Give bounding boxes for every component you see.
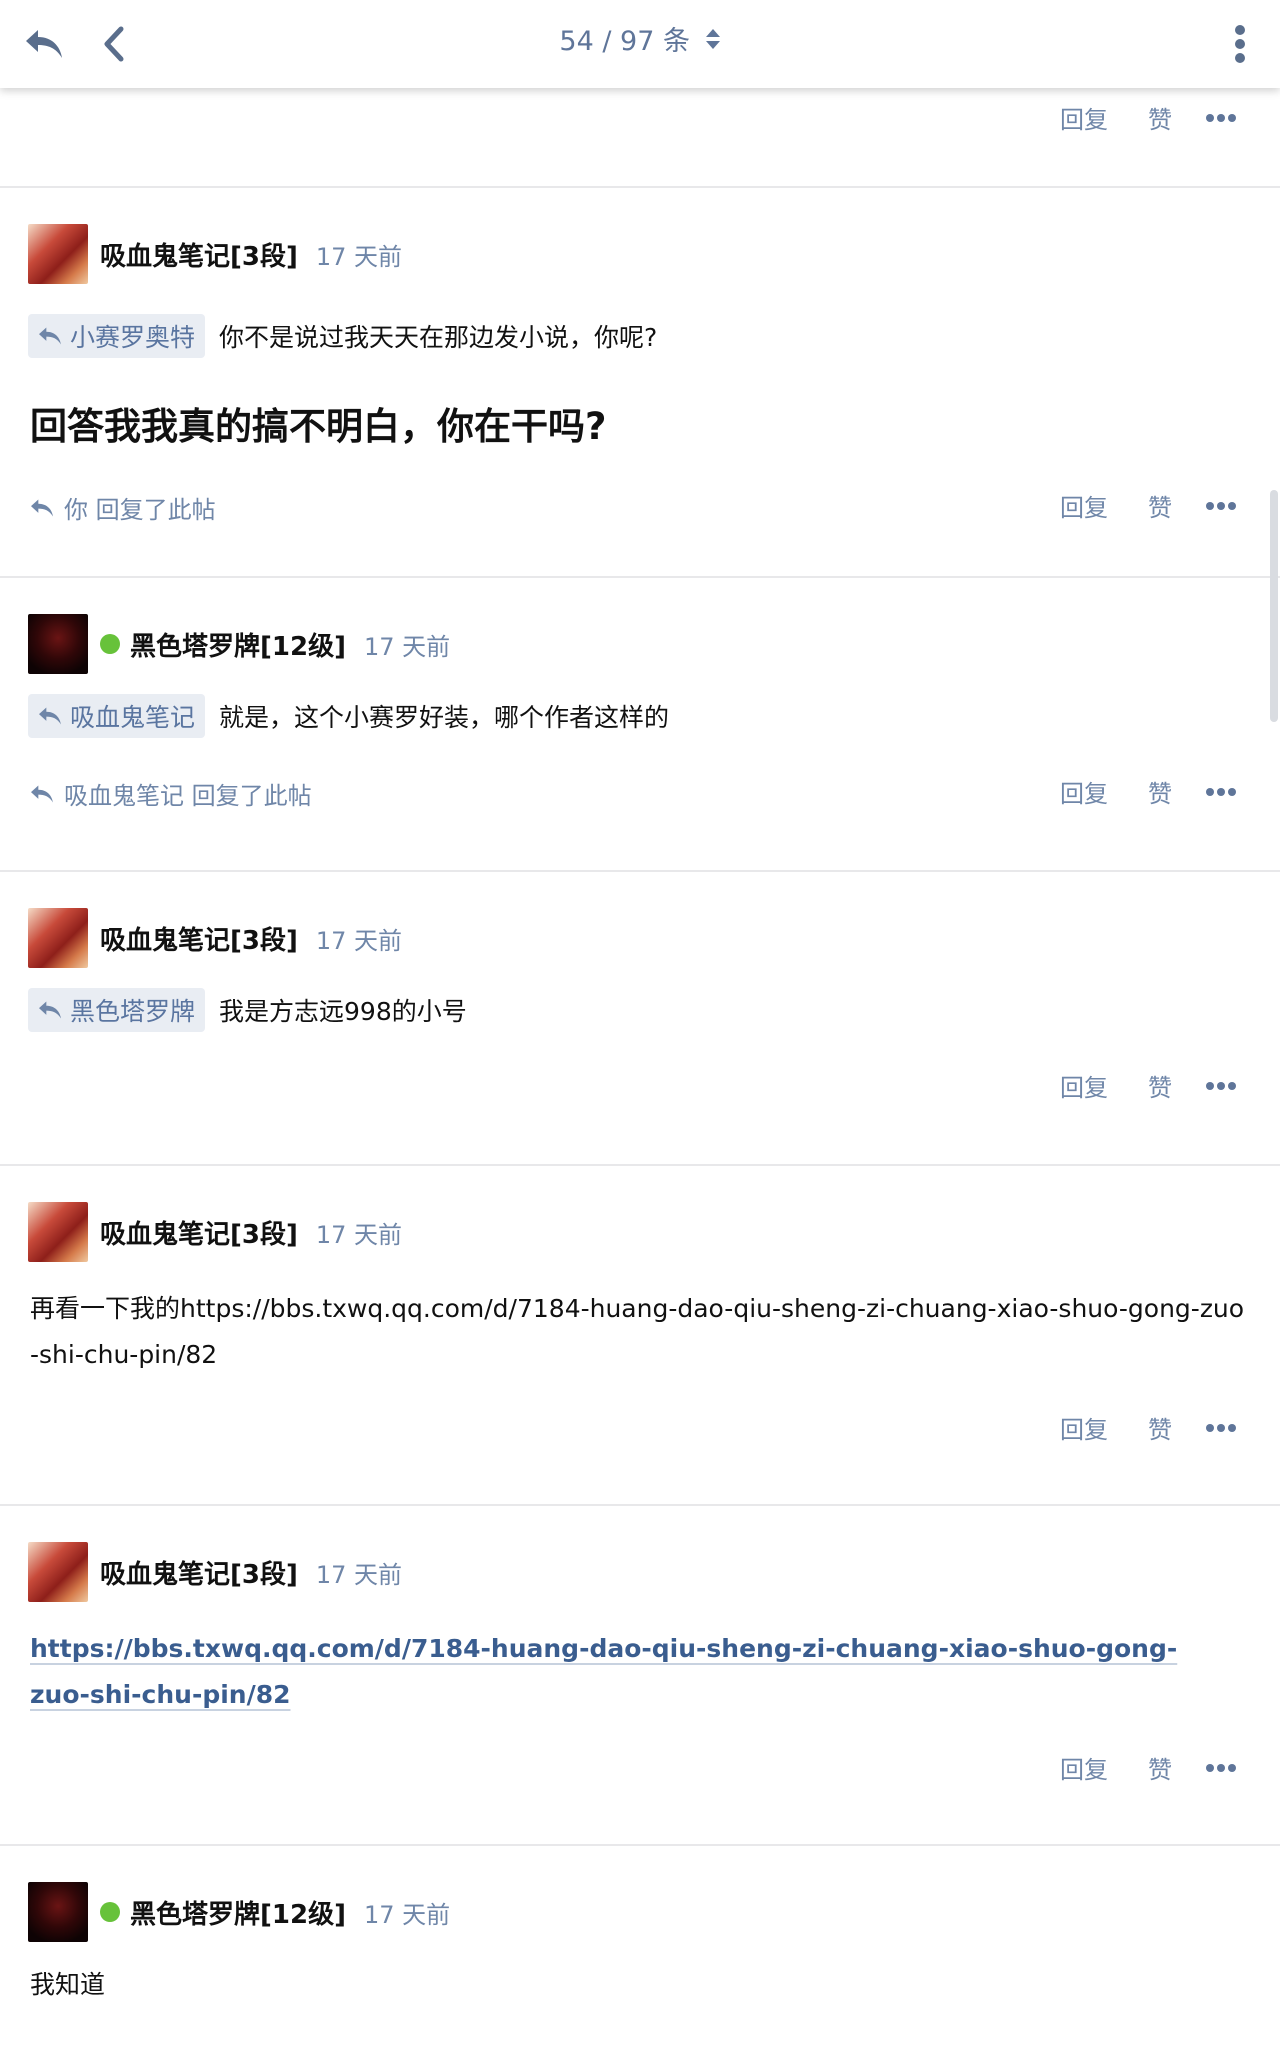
post-tail: 回复 赞 xyxy=(0,88,1280,188)
post: 吸血鬼笔记[3段] 17 天前 黑色塔罗牌 我是方志远998的小号 回复 赞 xyxy=(0,872,1280,1166)
post-time: 17 天前 xyxy=(363,632,451,661)
username[interactable]: 吸血鬼笔记[3段] xyxy=(100,920,298,957)
post-body: 黑色塔罗牌 我是方志远998的小号 xyxy=(28,988,467,1032)
avatar[interactable] xyxy=(28,1542,88,1602)
username[interactable]: 吸血鬼笔记[3段] xyxy=(100,1214,298,1251)
reply-arrow-icon xyxy=(31,498,53,517)
username[interactable]: 黑色塔罗牌[12级] xyxy=(130,1894,346,1931)
post-time: 17 天前 xyxy=(315,1560,403,1589)
reply-to-tag[interactable]: 黑色塔罗牌 xyxy=(28,988,206,1032)
online-status-dot xyxy=(100,1902,120,1922)
username[interactable]: 吸血鬼笔记[3段] xyxy=(100,1554,298,1591)
post-text: 我知道 xyxy=(30,1970,106,1999)
avatar[interactable] xyxy=(28,614,88,674)
like-button[interactable]: 赞 xyxy=(1148,774,1172,809)
reply-to-name[interactable]: 黑色塔罗牌 xyxy=(70,992,195,1028)
avatar[interactable] xyxy=(28,224,88,284)
like-button[interactable]: 赞 xyxy=(1148,1750,1172,1785)
online-status-dot xyxy=(100,634,120,654)
reply-button[interactable]: 回复 xyxy=(1060,488,1108,523)
post-actions: 回复 赞 xyxy=(1060,1410,1236,1445)
post-header: 黑色塔罗牌[12级] 17 天前 xyxy=(28,612,450,676)
post-time: 17 天前 xyxy=(315,242,403,271)
like-button[interactable]: 赞 xyxy=(1148,1410,1172,1445)
ellipsis-icon[interactable] xyxy=(1206,113,1236,122)
post-actions: 回复 赞 xyxy=(1060,1068,1236,1103)
post-body: 吸血鬼笔记 就是，这个小赛罗好装，哪个作者这样的 xyxy=(28,694,669,738)
ellipsis-icon[interactable] xyxy=(1206,501,1236,510)
reply-button[interactable]: 回复 xyxy=(1060,1750,1108,1785)
pager-text[interactable]: 54 / 97 条 xyxy=(559,26,690,57)
post-actions: 回复 赞 xyxy=(1060,100,1236,135)
pager[interactable]: 54 / 97 条 xyxy=(0,22,1280,63)
replied-note: 你 回复了此帖 xyxy=(28,490,216,525)
ellipsis-icon[interactable] xyxy=(1206,787,1236,796)
post-header: 吸血鬼笔记[3段] 17 天前 xyxy=(28,1540,402,1604)
reply-button[interactable]: 回复 xyxy=(1060,100,1108,135)
post-body: 小赛罗奥特 你不是说过我天天在那边发小说，你呢? xyxy=(28,314,657,358)
post: 黑色塔罗牌[12级] 17 天前 吸血鬼笔记 就是，这个小赛罗好装，哪个作者这样… xyxy=(0,578,1280,872)
post-header: 黑色塔罗牌[12级] 17 天前 xyxy=(28,1880,450,1944)
kebab-menu-icon[interactable] xyxy=(1212,18,1268,70)
post-time: 17 天前 xyxy=(315,926,403,955)
post-header: 吸血鬼笔记[3段] 17 天前 xyxy=(28,222,402,286)
ellipsis-icon[interactable] xyxy=(1206,1081,1236,1090)
post-text: 再看一下我的https://bbs.txwq.qq.com/d/7184-hua… xyxy=(30,1294,1245,1369)
reply-button[interactable]: 回复 xyxy=(1060,774,1108,809)
top-bar: 54 / 97 条 xyxy=(0,0,1280,88)
replied-note-text[interactable]: 你 回复了此帖 xyxy=(64,490,216,525)
reply-arrow-icon xyxy=(39,1001,61,1019)
post: 吸血鬼笔记[3段] 17 天前 再看一下我的https://bbs.txwq.q… xyxy=(0,1166,1280,1506)
username[interactable]: 黑色塔罗牌[12级] xyxy=(130,626,346,663)
post-text: 就是，这个小赛罗好装，哪个作者这样的 xyxy=(219,703,670,732)
post: 黑色塔罗牌[12级] 17 天前 我知道 xyxy=(0,1846,1280,2046)
like-button[interactable]: 赞 xyxy=(1148,488,1172,523)
reply-to-name[interactable]: 小赛罗奥特 xyxy=(70,318,195,354)
post-text: 你不是说过我天天在那边发小说，你呢? xyxy=(219,323,658,352)
reply-arrow-icon xyxy=(31,784,53,803)
post-actions: 回复 赞 xyxy=(1060,1750,1236,1785)
reply-button[interactable]: 回复 xyxy=(1060,1068,1108,1103)
post-link[interactable]: https://bbs.txwq.qq.com/d/7184-huang-dao… xyxy=(30,1626,1180,1718)
reply-to-tag[interactable]: 吸血鬼笔记 xyxy=(28,694,206,738)
post-time: 17 天前 xyxy=(363,1900,451,1929)
avatar[interactable] xyxy=(28,908,88,968)
like-button[interactable]: 赞 xyxy=(1148,1068,1172,1103)
post-header: 吸血鬼笔记[3段] 17 天前 xyxy=(28,1200,402,1264)
post: 吸血鬼笔记[3段] 17 天前 小赛罗奥特 你不是说过我天天在那边发小说，你呢?… xyxy=(0,188,1280,578)
post-list: 回复 赞 吸血鬼笔记[3段] 17 天前 小赛罗奥特 你不是说过我天天在那边发小… xyxy=(0,88,1280,2046)
avatar[interactable] xyxy=(28,1882,88,1942)
ellipsis-icon[interactable] xyxy=(1206,1423,1236,1432)
post-header: 吸血鬼笔记[3段] 17 天前 xyxy=(28,906,402,970)
post-actions: 回复 赞 xyxy=(1060,488,1236,523)
post-text: 我是方志远998的小号 xyxy=(219,997,467,1026)
reply-arrow-icon xyxy=(39,327,61,345)
replied-note: 吸血鬼笔记 回复了此帖 xyxy=(28,776,312,811)
post-headline: 回答我我真的搞不明白，你在干吗? xyxy=(30,405,607,448)
replied-note-text[interactable]: 吸血鬼笔记 回复了此帖 xyxy=(64,776,312,811)
ellipsis-icon[interactable] xyxy=(1206,1763,1236,1772)
post: 吸血鬼笔记[3段] 17 天前 https://bbs.txwq.qq.com/… xyxy=(0,1506,1280,1846)
reply-to-tag[interactable]: 小赛罗奥特 xyxy=(28,314,206,358)
scrollbar[interactable] xyxy=(1270,490,1278,722)
username[interactable]: 吸血鬼笔记[3段] xyxy=(100,236,298,273)
reply-to-name[interactable]: 吸血鬼笔记 xyxy=(70,698,195,734)
reply-arrow-icon xyxy=(39,707,61,725)
reply-button[interactable]: 回复 xyxy=(1060,1410,1108,1445)
like-button[interactable]: 赞 xyxy=(1148,100,1172,135)
avatar[interactable] xyxy=(28,1202,88,1262)
sort-updown-icon[interactable] xyxy=(705,23,721,63)
post-time: 17 天前 xyxy=(315,1220,403,1249)
post-actions: 回复 赞 xyxy=(1060,774,1236,809)
